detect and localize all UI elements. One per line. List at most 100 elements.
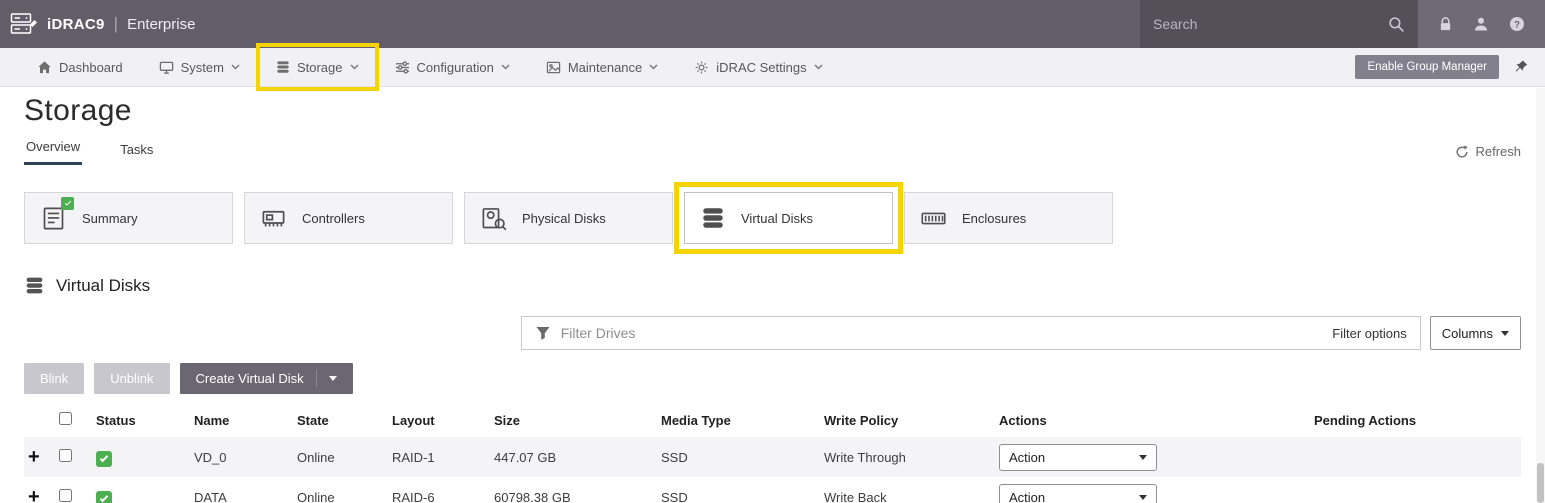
cell-media-type: SSD (661, 477, 824, 503)
select-all-checkbox[interactable] (59, 412, 72, 425)
summary-ok-badge (61, 197, 74, 210)
enclosures-icon (920, 205, 947, 232)
col-pending-actions: Pending Actions (1314, 404, 1521, 437)
brand-name: iDRAC9 (47, 16, 105, 33)
card-physical-disks[interactable]: Physical Disks (464, 192, 673, 244)
col-actions: Actions (999, 404, 1314, 437)
help-icon[interactable]: ? (1509, 16, 1525, 32)
filter-funnel-icon (535, 325, 551, 341)
nav-item-maintenance[interactable]: Maintenance (531, 48, 673, 86)
card-controllers[interactable]: Controllers (244, 192, 453, 244)
main-nav: Dashboard System Storage Configuration (0, 48, 1545, 87)
col-write-policy: Write Policy (824, 404, 999, 437)
filter-row: Filter options Columns (24, 316, 1521, 350)
sliders-icon (395, 60, 410, 75)
columns-button[interactable]: Columns (1430, 316, 1521, 350)
storage-cards: Summary Controllers (24, 192, 1521, 244)
vertical-scrollbar[interactable] (1536, 88, 1545, 503)
search-bar (1140, 0, 1418, 48)
summary-icon (40, 205, 67, 232)
card-label: Physical Disks (522, 211, 606, 226)
page-title: Storage (24, 93, 1521, 129)
cell-pending-actions (1314, 437, 1521, 477)
brand: iDRAC9 | Enterprise (0, 0, 1140, 48)
card-label: Enclosures (962, 211, 1026, 226)
chevron-down-icon (329, 376, 337, 381)
idrac-logo-icon (10, 11, 38, 37)
chevron-down-icon (814, 64, 823, 70)
cell-layout: RAID-6 (392, 477, 494, 503)
expand-row-button[interactable]: + (24, 447, 40, 467)
cell-state: Online (297, 437, 392, 477)
filter-box: Filter options (521, 316, 1421, 350)
card-enclosures[interactable]: Enclosures (904, 192, 1113, 244)
filter-drives-input[interactable] (561, 325, 1323, 341)
cell-pending-actions (1314, 477, 1521, 503)
brand-edition: Enterprise (127, 16, 195, 33)
action-select-value: Action (1009, 490, 1045, 503)
nav-label: Maintenance (568, 60, 642, 75)
expand-row-button[interactable]: + (24, 487, 40, 503)
cell-name: DATA (194, 477, 297, 503)
columns-label: Columns (1442, 326, 1493, 341)
card-label: Summary (82, 211, 138, 226)
nav-item-idrac-settings[interactable]: iDRAC Settings (679, 48, 837, 86)
action-select[interactable]: Action (999, 484, 1157, 503)
controllers-icon (260, 205, 287, 232)
enable-group-manager-button[interactable]: Enable Group Manager (1355, 55, 1499, 79)
card-virtual-disks[interactable]: Virtual Disks (684, 192, 893, 244)
virtual-disks-table: Status Name State Layout Size Media Type… (24, 404, 1521, 503)
nav-label: Configuration (417, 60, 494, 75)
virtual-disks-icon (700, 205, 726, 231)
section-title-label: Virtual Disks (56, 276, 150, 296)
row-checkbox[interactable] (59, 489, 72, 502)
tab-overview[interactable]: Overview (24, 135, 82, 165)
col-state: State (297, 404, 392, 437)
refresh-label: Refresh (1475, 144, 1521, 159)
cell-name: VD_0 (194, 437, 297, 477)
user-icon[interactable] (1473, 16, 1489, 32)
svg-text:?: ? (1514, 20, 1520, 31)
card-summary[interactable]: Summary (24, 192, 233, 244)
status-ok-icon (96, 491, 112, 503)
refresh-button[interactable]: Refresh (1455, 144, 1521, 165)
chevron-down-icon (350, 64, 359, 70)
create-virtual-disk-button[interactable]: Create Virtual Disk (180, 363, 353, 394)
nav-label: Dashboard (59, 60, 123, 75)
nav-item-system[interactable]: System (144, 48, 255, 86)
search-input[interactable] (1153, 16, 1380, 32)
scrollbar-thumb[interactable] (1537, 463, 1544, 503)
nav-item-dashboard[interactable]: Dashboard (22, 48, 138, 86)
refresh-icon (1455, 145, 1469, 159)
blink-button[interactable]: Blink (24, 363, 84, 394)
brand-separator: | (114, 14, 118, 34)
nav-item-configuration[interactable]: Configuration (380, 48, 525, 86)
storage-icon (276, 60, 290, 74)
pin-icon[interactable] (1513, 59, 1529, 75)
tab-tasks[interactable]: Tasks (118, 138, 155, 165)
col-media-type: Media Type (661, 404, 824, 437)
cell-layout: RAID-1 (392, 437, 494, 477)
table-toolbar: Blink Unblink Create Virtual Disk (24, 363, 1521, 394)
status-ok-icon (96, 451, 112, 467)
system-icon (159, 60, 174, 75)
header-icons: ? (1418, 0, 1545, 48)
row-checkbox[interactable] (59, 449, 72, 462)
main-content: Storage Overview Tasks Refresh (0, 87, 1545, 503)
col-status: Status (96, 404, 194, 437)
create-virtual-disk-label: Create Virtual Disk (196, 371, 304, 386)
search-icon[interactable] (1388, 16, 1405, 33)
lock-icon[interactable] (1438, 16, 1453, 32)
action-select-value: Action (1009, 450, 1045, 465)
nav-item-storage[interactable]: Storage (261, 48, 374, 86)
unblink-button[interactable]: Unblink (94, 363, 169, 394)
chevron-down-icon (1501, 331, 1509, 336)
idrac-screen: iDRAC9 | Enterprise (0, 0, 1545, 503)
gear-icon (694, 60, 709, 75)
filter-options-link[interactable]: Filter options (1332, 326, 1406, 341)
chevron-down-icon (649, 64, 658, 70)
action-select[interactable]: Action (999, 444, 1157, 471)
nav-label: System (181, 60, 224, 75)
col-layout: Layout (392, 404, 494, 437)
maintenance-icon (546, 60, 561, 75)
